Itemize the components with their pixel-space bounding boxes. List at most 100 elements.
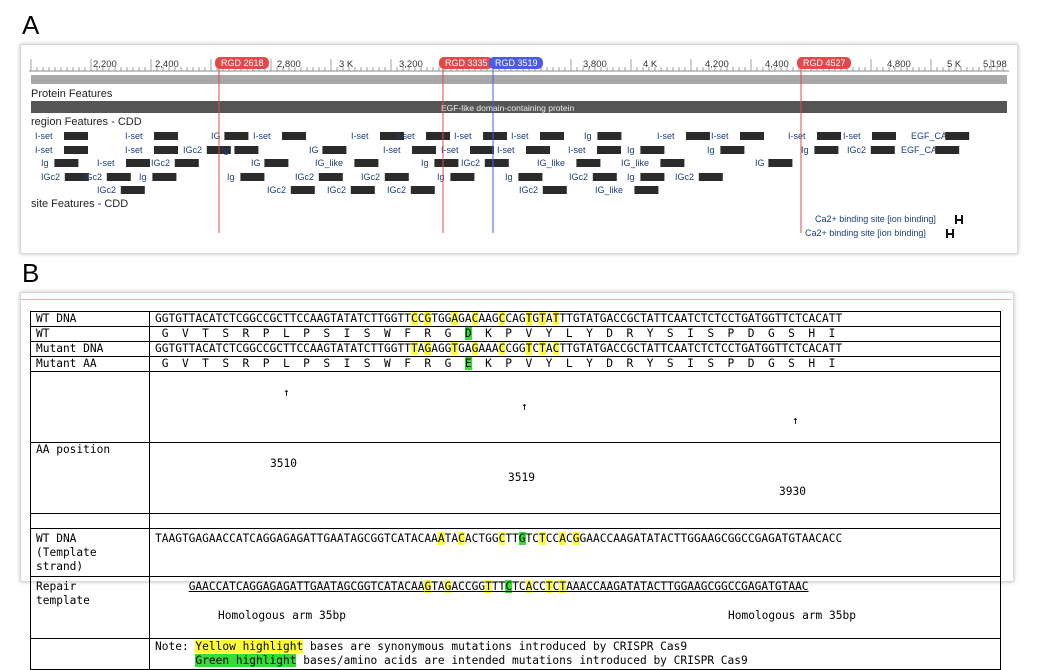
region-feature-bar[interactable] [526, 146, 550, 154]
region-feature-label[interactable]: EGF_CA [901, 145, 937, 155]
region-feature-label[interactable]: IGc2 [183, 145, 202, 155]
region-feature-label[interactable]: I-set [454, 131, 472, 141]
region-feature-bar[interactable] [576, 159, 601, 167]
region-feature-label[interactable]: IGc2 [41, 172, 60, 182]
region-feature-bar[interactable] [384, 173, 409, 181]
region-feature-label[interactable]: Ig [627, 145, 635, 155]
region-feature-bar[interactable] [54, 159, 79, 167]
region-feature-bar[interactable] [64, 146, 88, 154]
region-feature-label[interactable]: IGc2 [387, 185, 406, 195]
region-feature-label[interactable]: Ig [421, 158, 429, 168]
region-feature-label[interactable]: I-set [568, 145, 586, 155]
region-feature-label[interactable]: IGc2 [847, 145, 866, 155]
region-feature-label[interactable]: IG [309, 145, 319, 155]
region-feature-label[interactable]: Ig [505, 172, 513, 182]
region-feature-bar[interactable] [597, 132, 622, 140]
region-feature-bar[interactable] [634, 186, 659, 194]
region-feature-label[interactable]: I-set [788, 131, 806, 141]
region-feature-bar[interactable] [592, 173, 617, 181]
site-item[interactable]: Ca2+ binding site [ion binding] [815, 214, 936, 224]
region-feature-bar[interactable] [814, 146, 839, 154]
region-feature-label[interactable]: IG_like [315, 158, 343, 168]
region-feature-label[interactable]: IGc2 [267, 185, 286, 195]
region-feature-label[interactable]: Ig [41, 158, 49, 168]
region-feature-label[interactable]: IGc2 [519, 185, 538, 195]
region-feature-label[interactable]: IG [755, 158, 765, 168]
region-feature-label[interactable]: I-set [657, 131, 675, 141]
region-feature-bar[interactable] [64, 132, 88, 140]
region-feature-label[interactable]: I-set [351, 131, 369, 141]
region-feature-bar[interactable] [518, 173, 543, 181]
region-feature-label[interactable]: I-set [97, 158, 115, 168]
region-feature-bar[interactable] [483, 132, 507, 140]
region-feature-label[interactable]: IGc2 [151, 158, 170, 168]
site-item[interactable]: Ca2+ binding site [ion binding] [805, 228, 926, 238]
region-feature-bar[interactable] [935, 146, 960, 154]
region-feature-label[interactable]: I-set [397, 131, 415, 141]
region-feature-bar[interactable] [540, 132, 564, 140]
region-feature-bar[interactable] [126, 159, 150, 167]
region-feature-bar[interactable] [120, 186, 145, 194]
region-feature-label[interactable]: IGc2 [361, 172, 380, 182]
region-feature-label[interactable]: I-set [35, 145, 53, 155]
region-feature-label[interactable]: Ig [221, 145, 229, 155]
region-feature-label[interactable]: I-set [441, 145, 459, 155]
region-feature-bar[interactable] [174, 159, 199, 167]
region-feature-label[interactable]: I-set [497, 145, 515, 155]
region-feature-label[interactable]: IG_like [621, 158, 649, 168]
region-feature-label[interactable]: Ig [584, 131, 592, 141]
region-feature-label[interactable]: IG_like [595, 185, 623, 195]
region-feature-bar[interactable] [484, 159, 509, 167]
region-feature-bar[interactable] [817, 132, 841, 140]
region-feature-label[interactable]: EGF_CA [911, 131, 947, 141]
region-feature-label[interactable]: Ig [139, 172, 147, 182]
region-feature-bar[interactable] [412, 146, 436, 154]
region-feature-label[interactable]: IGc2 [327, 185, 346, 195]
region-feature-bar[interactable] [450, 173, 475, 181]
region-feature-label[interactable]: I-set [843, 131, 861, 141]
region-feature-label[interactable]: Ig [801, 145, 809, 155]
region-feature-label[interactable]: IGc2 [83, 172, 102, 182]
region-feature-bar[interactable] [264, 159, 289, 167]
region-feature-bar[interactable] [322, 146, 347, 154]
region-feature-bar[interactable] [768, 159, 793, 167]
region-feature-bar[interactable] [660, 159, 685, 167]
region-feature-bar[interactable] [470, 146, 494, 154]
region-feature-label[interactable]: IGc2 [569, 172, 588, 182]
region-feature-bar[interactable] [224, 132, 249, 140]
region-feature-bar[interactable] [640, 146, 665, 154]
region-feature-bar[interactable] [410, 186, 435, 194]
region-feature-bar[interactable] [154, 146, 178, 154]
region-feature-label[interactable]: Ig [227, 172, 235, 182]
region-feature-label[interactable]: IGc2 [295, 172, 314, 182]
region-feature-bar[interactable] [740, 132, 764, 140]
region-feature-label[interactable]: Ig [707, 145, 715, 155]
region-feature-label[interactable]: IGc2 [461, 158, 480, 168]
region-feature-label[interactable]: Ig [627, 172, 635, 182]
region-feature-bar[interactable] [720, 146, 745, 154]
region-feature-label[interactable]: I-set [125, 145, 143, 155]
region-feature-bar[interactable] [870, 146, 895, 154]
region-feature-label[interactable]: I-set [383, 145, 401, 155]
region-feature-label[interactable]: I-set [35, 131, 53, 141]
region-feature-label[interactable]: I-set [711, 131, 729, 141]
region-feature-bar[interactable] [542, 186, 567, 194]
region-feature-bar[interactable] [318, 173, 343, 181]
region-feature-bar[interactable] [234, 146, 259, 154]
region-feature-label[interactable]: IG_like [537, 158, 565, 168]
region-feature-label[interactable]: IGc2 [675, 172, 694, 182]
region-feature-label[interactable]: IGc2 [97, 185, 116, 195]
region-feature-bar[interactable] [945, 132, 970, 140]
region-feature-label[interactable]: IG [251, 158, 261, 168]
region-feature-label[interactable]: I-set [125, 131, 143, 141]
region-feature-bar[interactable] [698, 173, 723, 181]
region-feature-bar[interactable] [240, 173, 265, 181]
region-feature-bar[interactable] [354, 159, 379, 167]
region-feature-bar[interactable] [350, 186, 375, 194]
region-feature-bar[interactable] [686, 132, 710, 140]
region-feature-bar[interactable] [640, 173, 665, 181]
region-feature-bar[interactable] [290, 186, 315, 194]
region-feature-bar[interactable] [597, 146, 621, 154]
region-feature-label[interactable]: I-set [253, 131, 271, 141]
region-feature-bar[interactable] [282, 132, 306, 140]
